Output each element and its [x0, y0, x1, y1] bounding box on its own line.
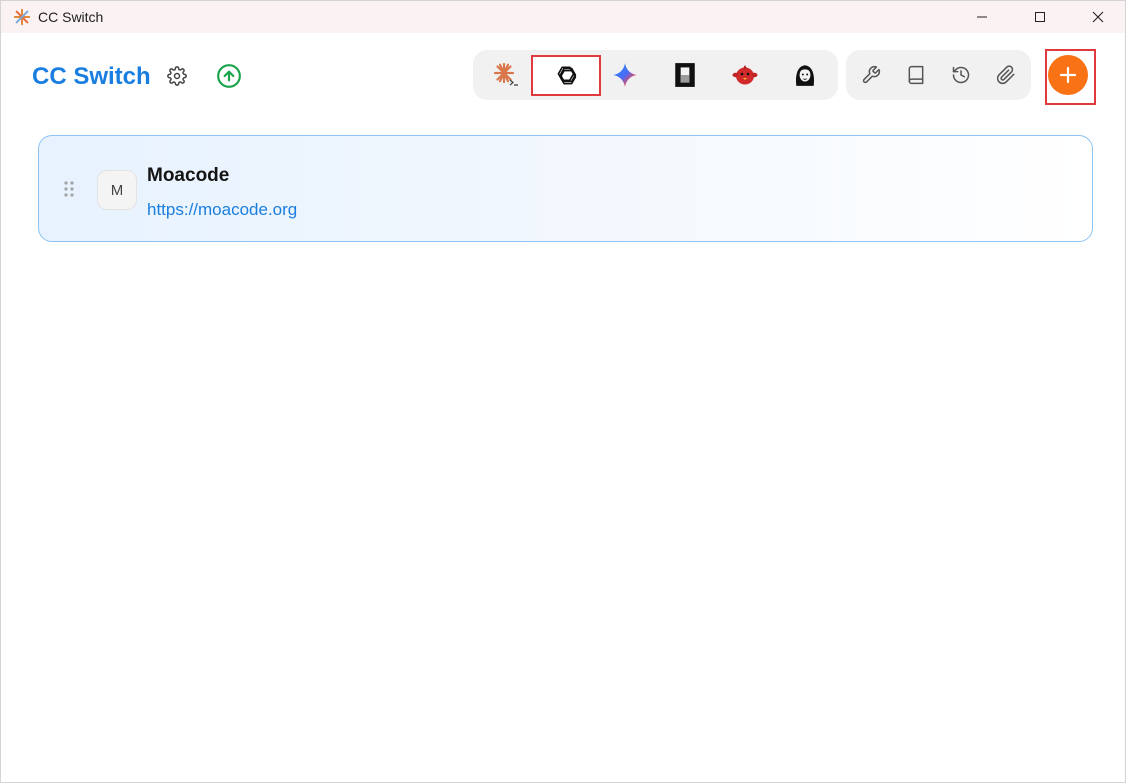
close-button[interactable] — [1069, 1, 1126, 33]
paperclip-button[interactable] — [993, 62, 1019, 88]
opencode-block-icon — [675, 63, 695, 87]
maximize-icon — [1035, 12, 1045, 22]
add-provider-button[interactable] — [1048, 55, 1088, 95]
window-title: CC Switch — [38, 9, 104, 25]
book-icon — [908, 65, 924, 85]
history-button[interactable] — [948, 62, 974, 88]
minimize-icon — [977, 16, 987, 18]
close-icon — [1092, 11, 1104, 23]
tool-bar — [846, 50, 1031, 100]
openai-knot-icon — [557, 66, 577, 84]
minimize-button[interactable] — [953, 1, 1011, 33]
provider-url-link[interactable]: https://moacode.org — [147, 200, 297, 220]
app-window: CC Switch CC Switch M Moacode https://mo… — [0, 0, 1126, 783]
plus-icon — [1059, 66, 1077, 84]
book-button[interactable] — [903, 62, 929, 88]
gemini-sparkle-icon — [613, 63, 637, 87]
update-button[interactable] — [216, 63, 242, 89]
drag-handle-icon[interactable] — [63, 180, 75, 198]
arrow-up-circle-icon — [217, 64, 241, 88]
wrench-button[interactable] — [858, 62, 884, 88]
tab-gemini[interactable] — [596, 56, 654, 94]
tab-codex[interactable] — [531, 55, 601, 96]
red-bird-icon — [732, 65, 758, 85]
tab-opencode[interactable] — [656, 56, 714, 94]
portrait-icon — [795, 65, 815, 86]
paperclip-icon — [996, 65, 1015, 85]
provider-card[interactable]: M Moacode https://moacode.org — [38, 135, 1093, 242]
tab-portrait[interactable] — [776, 56, 834, 94]
app-logo-icon — [13, 8, 31, 26]
provider-avatar: M — [97, 170, 137, 210]
app-switcher — [473, 50, 838, 100]
settings-button[interactable] — [164, 63, 190, 89]
claude-asterisk-icon — [493, 62, 518, 86]
title-bar: CC Switch — [1, 1, 1125, 33]
history-icon — [952, 66, 970, 84]
wrench-icon — [862, 65, 881, 84]
tab-red-mascot[interactable] — [716, 56, 774, 94]
brand-title: CC Switch — [32, 63, 151, 90]
tab-claude-code[interactable] — [477, 56, 535, 94]
gear-icon — [167, 66, 187, 86]
provider-name: Moacode — [147, 165, 230, 186]
maximize-button[interactable] — [1011, 1, 1069, 33]
